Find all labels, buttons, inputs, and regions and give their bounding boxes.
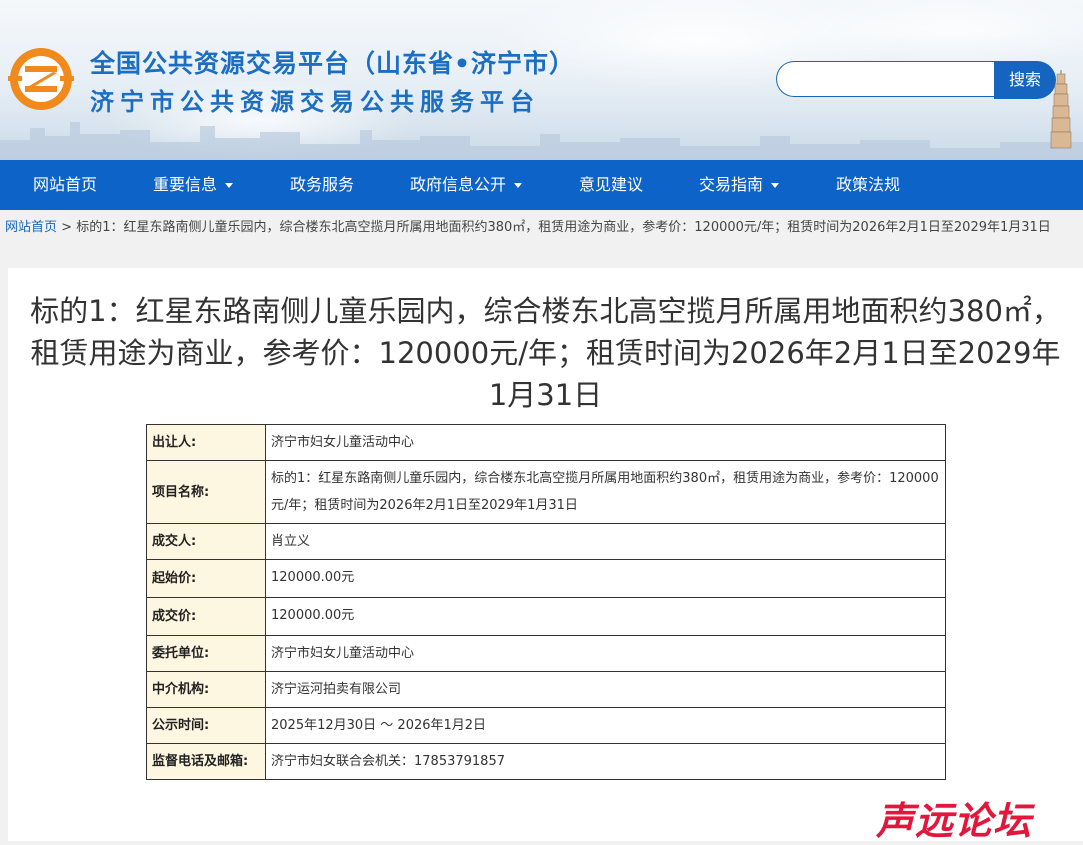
row-value-start-price: 120000.00元 <box>265 559 946 598</box>
table-row: 中介机构: 济宁运河拍卖有限公司 <box>146 671 946 708</box>
table-row: 起始价: 120000.00元 <box>146 559 946 598</box>
table-row: 委托单位: 济宁市妇女儿童活动中心 <box>146 635 946 672</box>
row-label-transferor: 出让人: <box>146 424 266 461</box>
row-value-notice-period: 2025年12月30日 ～ 2026年1月2日 <box>265 707 946 744</box>
nav-item-label: 交易指南 <box>699 175 764 194</box>
breadcrumb-current: 标的1：红星东路南侧儿童乐园内，综合楼东北高空揽月所属用地面积约380㎡，租赁用… <box>76 220 1051 235</box>
nav-item-label: 政策法规 <box>836 175 901 194</box>
nav-item-gov-info-disclosure[interactable]: 政府信息公开 <box>410 160 523 210</box>
nav-item-important-info[interactable]: 重要信息 <box>153 160 234 210</box>
row-label-deal-price: 成交价: <box>146 597 266 636</box>
platform-subtitle: 济宁市公共资源交易公共服务平台 <box>90 88 540 116</box>
table-row: 公示时间: 2025年12月30日 ～ 2026年1月2日 <box>146 707 946 744</box>
row-value-supervision-contact: 济宁市妇女联合会机关：17853791857 <box>265 743 946 780</box>
nav-item-label: 意见建议 <box>579 175 644 194</box>
main-nav: 网站首页 重要信息 政务服务 政府信息公开 意见建议 交易指南 政策法规 <box>0 160 1083 210</box>
row-label-start-price: 起始价: <box>146 559 266 598</box>
chevron-down-icon <box>225 183 234 188</box>
row-label-supervision-contact: 监督电话及邮箱: <box>146 743 266 780</box>
site-header: 全国公共资源交易平台（山东省•济宁市） 济宁市公共资源交易公共服务平台 搜索 <box>0 0 1083 160</box>
chevron-down-icon <box>514 183 523 188</box>
table-row: 项目名称: 标的1：红星东路南侧儿童乐园内，综合楼东北高空揽月所属用地面积约38… <box>146 460 946 524</box>
table-row: 出让人: 济宁市妇女儿童活动中心 <box>146 424 946 461</box>
row-value-project-name: 标的1：红星东路南侧儿童乐园内，综合楼东北高空揽月所属用地面积约380㎡，租赁用… <box>265 460 946 524</box>
page-title: 标的1：红星东路南侧儿童乐园内，综合楼东北高空揽月所属用地面积约380㎡，租赁用… <box>30 294 1061 412</box>
forum-watermark: 声远论坛 <box>876 798 1033 843</box>
table-row: 成交人: 肖立义 <box>146 523 946 560</box>
nav-item-label: 政府信息公开 <box>410 175 507 194</box>
row-label-buyer: 成交人: <box>146 523 266 560</box>
nav-item-policies[interactable]: 政策法规 <box>836 160 900 210</box>
nav-item-trading-guide[interactable]: 交易指南 <box>699 160 780 210</box>
pagoda-illustration <box>1050 70 1072 149</box>
breadcrumb-separator: > <box>57 220 77 235</box>
nav-item-gov-services[interactable]: 政务服务 <box>290 160 354 210</box>
search-input[interactable] <box>776 61 994 97</box>
table-row: 成交价: 120000.00元 <box>146 597 946 636</box>
nav-item-label: 政务服务 <box>290 175 355 194</box>
transaction-info-table: 出让人: 济宁市妇女儿童活动中心 项目名称: 标的1：红星东路南侧儿童乐园内，综… <box>146 424 946 780</box>
row-label-project-name: 项目名称: <box>146 460 266 524</box>
row-label-entrusting-unit: 委托单位: <box>146 635 266 672</box>
row-value-entrusting-unit: 济宁市妇女儿童活动中心 <box>265 635 946 672</box>
row-value-deal-price: 120000.00元 <box>265 597 946 636</box>
row-value-agency: 济宁运河拍卖有限公司 <box>265 671 946 708</box>
article-panel: 标的1：红星东路南侧儿童乐园内，综合楼东北高空揽月所属用地面积约380㎡，租赁用… <box>8 268 1083 841</box>
platform-title: 全国公共资源交易平台（山东省•济宁市） <box>90 49 575 78</box>
nav-item-suggestions[interactable]: 意见建议 <box>579 160 643 210</box>
nav-item-label: 网站首页 <box>33 175 98 194</box>
row-label-agency: 中介机构: <box>146 671 266 708</box>
nav-item-label: 重要信息 <box>153 175 218 194</box>
row-value-buyer: 肖立义 <box>265 523 946 560</box>
search-button[interactable]: 搜索 <box>994 61 1056 99</box>
table-row: 监督电话及邮箱: 济宁市妇女联合会机关：17853791857 <box>146 743 946 780</box>
breadcrumb-home-link[interactable]: 网站首页 <box>5 220 57 235</box>
nav-item-home[interactable]: 网站首页 <box>33 160 97 210</box>
row-value-transferor: 济宁市妇女儿童活动中心 <box>265 424 946 461</box>
row-label-notice-period: 公示时间: <box>146 707 266 744</box>
breadcrumb: 网站首页 > 标的1：红星东路南侧儿童乐园内，综合楼东北高空揽月所属用地面积约3… <box>5 218 1081 237</box>
chevron-down-icon <box>771 183 780 188</box>
logo-icon <box>8 48 74 110</box>
